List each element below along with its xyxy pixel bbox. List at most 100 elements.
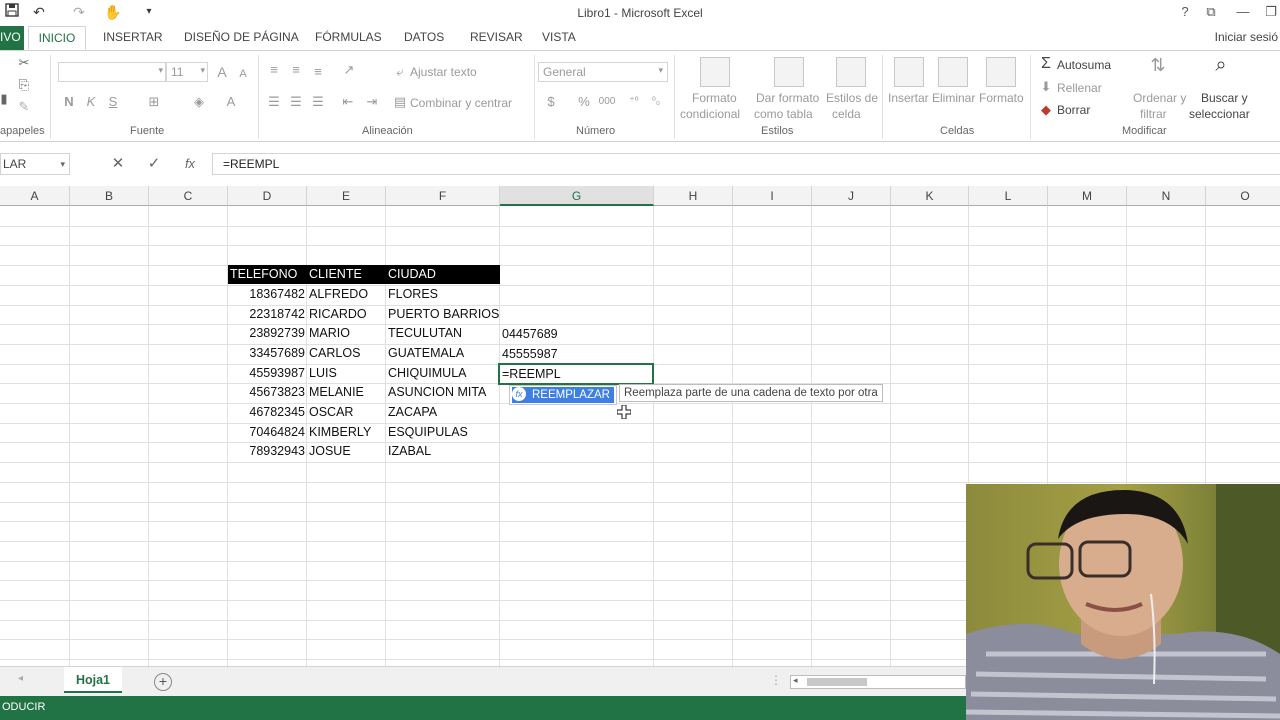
tab-file[interactable]: IVO: [0, 26, 24, 50]
table-cell[interactable]: MARIO: [307, 324, 386, 343]
column-header-e[interactable]: E: [307, 186, 386, 206]
conditional-format-icon[interactable]: [700, 57, 730, 87]
table-cell[interactable]: RICARDO: [307, 305, 386, 324]
table-header-cell[interactable]: CLIENTE: [307, 265, 386, 284]
column-header-l[interactable]: L: [969, 186, 1048, 206]
table-cell[interactable]: 23892739: [228, 324, 307, 343]
table-cell[interactable]: 78932943: [228, 442, 307, 461]
table-cell[interactable]: 22318742: [228, 305, 307, 324]
currency-icon[interactable]: $: [542, 94, 560, 110]
table-cell[interactable]: 70464824: [228, 423, 307, 442]
table-cell[interactable]: JOSUE: [307, 442, 386, 461]
ribbon-display-icon[interactable]: ⧉: [1200, 3, 1222, 21]
table-cell[interactable]: IZABAL: [386, 442, 500, 461]
table-cell[interactable]: 33457689: [228, 344, 307, 363]
delete-cells-icon[interactable]: [938, 57, 968, 87]
table-cell[interactable]: PUERTO BARRIOS: [386, 305, 500, 324]
name-box[interactable]: LAR ▾: [0, 153, 70, 175]
cell-g-luis[interactable]: 45555987: [502, 345, 558, 364]
increase-indent-icon[interactable]: ⇥: [364, 94, 380, 110]
table-cell[interactable]: ALFREDO: [307, 285, 386, 304]
format-as-table-label-2[interactable]: como tabla: [754, 107, 813, 121]
table-cell[interactable]: CARLOS: [307, 344, 386, 363]
find-select-label-2[interactable]: seleccionar: [1189, 107, 1250, 121]
table-cell[interactable]: FLORES: [386, 285, 500, 304]
cell-styles-label-1[interactable]: Estilos de: [826, 91, 878, 105]
fill-button[interactable]: Rellenar: [1057, 81, 1102, 95]
column-header-m[interactable]: M: [1048, 186, 1127, 206]
wrap-text-button[interactable]: Ajustar texto: [410, 65, 477, 79]
column-header-k[interactable]: K: [891, 186, 969, 206]
format-as-table-icon[interactable]: [774, 57, 804, 87]
column-header-d[interactable]: D: [228, 186, 307, 206]
autosum-button[interactable]: Autosuma: [1057, 58, 1111, 72]
column-header-n[interactable]: N: [1127, 186, 1206, 206]
cancel-entry-button[interactable]: ✕: [108, 155, 128, 173]
format-painter-icon[interactable]: ✎: [16, 99, 32, 115]
clear-button[interactable]: Borrar: [1057, 103, 1090, 117]
tab-datos[interactable]: DATOS: [398, 26, 450, 50]
find-select-label-1[interactable]: Buscar y: [1201, 91, 1248, 105]
sort-filter-label-2[interactable]: filtrar: [1140, 107, 1167, 121]
formula-input[interactable]: =REEMPL: [212, 153, 1280, 175]
sort-filter-label-1[interactable]: Ordenar y: [1133, 91, 1186, 105]
table-cell[interactable]: GUATEMALA: [386, 344, 500, 363]
help-button[interactable]: ?: [1174, 3, 1196, 21]
tab-formulas[interactable]: FÓRMULAS: [309, 26, 388, 50]
column-header-j[interactable]: J: [812, 186, 891, 206]
cell-styles-label-2[interactable]: celda: [832, 107, 861, 121]
conditional-format-label-1[interactable]: Formato: [692, 91, 737, 105]
autocomplete-item[interactable]: REEMPLAZAR: [512, 387, 614, 403]
autosum-icon[interactable]: Σ: [1038, 56, 1054, 72]
tab-insertar[interactable]: INSERTAR: [97, 26, 169, 50]
grow-font-icon[interactable]: A: [214, 64, 230, 80]
table-cell[interactable]: 45593987: [228, 364, 307, 383]
decrease-decimal-icon[interactable]: ⁰₀: [648, 94, 664, 110]
tab-vista[interactable]: VISTA: [536, 26, 582, 50]
sign-in-link[interactable]: Iniciar sesió: [1215, 30, 1278, 44]
table-cell[interactable]: ASUNCION MITA: [386, 383, 500, 402]
column-header-i[interactable]: I: [733, 186, 812, 206]
wrap-text-icon[interactable]: ⤶: [392, 64, 408, 80]
number-format-select[interactable]: General ▾: [538, 62, 668, 82]
percent-button[interactable]: %: [576, 94, 592, 110]
column-header-g[interactable]: G: [500, 186, 654, 206]
autocomplete-list[interactable]: REEMPLAZAR fx: [509, 385, 617, 405]
sheet-tab-hoja1[interactable]: Hoja1: [64, 667, 122, 693]
confirm-entry-button[interactable]: ✓: [144, 155, 164, 173]
column-header-a[interactable]: A: [0, 186, 70, 206]
binoculars-icon[interactable]: ⌕: [1208, 55, 1234, 75]
align-middle-icon[interactable]: ≡: [288, 62, 304, 78]
table-cell[interactable]: KIMBERLY: [307, 423, 386, 442]
conditional-format-label-2[interactable]: condicional: [680, 107, 740, 121]
add-sheet-icon[interactable]: +: [154, 673, 172, 691]
font-name-select[interactable]: ▾: [58, 62, 166, 82]
format-cells-icon[interactable]: [986, 57, 1016, 87]
bold-button[interactable]: N: [62, 94, 76, 110]
tab-inicio[interactable]: INICIO: [28, 26, 86, 50]
thousands-button[interactable]: 000: [596, 94, 618, 110]
cut-icon[interactable]: ✂: [16, 55, 32, 71]
merge-center-button[interactable]: Combinar y centrar: [410, 96, 512, 110]
borders-icon[interactable]: ⊞: [146, 94, 162, 110]
fill-color-icon[interactable]: ◈: [190, 94, 208, 110]
horizontal-scrollbar[interactable]: ◂: [790, 675, 966, 689]
orientation-icon[interactable]: ↗: [340, 62, 358, 78]
insert-cells-button[interactable]: Insertar: [888, 91, 929, 105]
align-top-icon[interactable]: ≡: [266, 62, 282, 78]
table-cell[interactable]: 18367482: [228, 285, 307, 304]
align-bottom-icon[interactable]: ≡: [310, 64, 326, 80]
table-header-cell[interactable]: TELEFONO: [228, 265, 307, 284]
split-handle-icon[interactable]: ⋮: [770, 673, 782, 687]
shrink-font-icon[interactable]: A: [236, 66, 250, 82]
table-cell[interactable]: 45673823: [228, 383, 307, 402]
table-cell[interactable]: LUIS: [307, 364, 386, 383]
tab-diseno-pagina[interactable]: DISEÑO DE PÁGINA: [178, 26, 305, 50]
table-cell[interactable]: CHIQUIMULA: [386, 364, 500, 383]
column-header-b[interactable]: B: [70, 186, 149, 206]
table-cell[interactable]: ESQUIPULAS: [386, 423, 500, 442]
insert-function-button[interactable]: fx: [180, 155, 200, 173]
format-cells-button[interactable]: Formato: [979, 91, 1024, 105]
sort-filter-icon[interactable]: ⇅: [1146, 56, 1170, 74]
column-header-o[interactable]: O: [1206, 186, 1280, 206]
